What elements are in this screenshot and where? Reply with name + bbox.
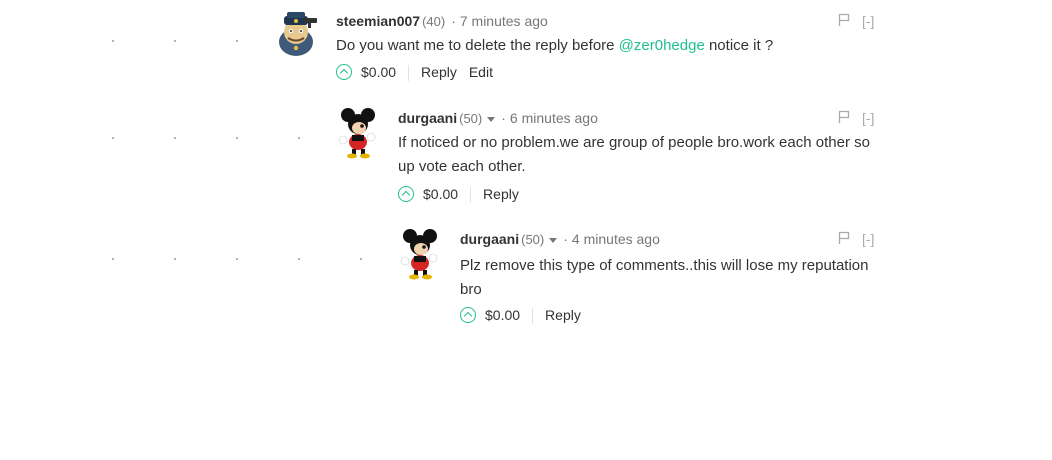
- edit-button[interactable]: Edit: [469, 64, 493, 80]
- avatar[interactable]: [336, 107, 382, 159]
- timestamp[interactable]: 4 minutes ago: [572, 231, 660, 247]
- payout-value[interactable]: $0.00: [423, 186, 458, 202]
- thread-dot: [174, 40, 176, 42]
- separator-dot: ·: [501, 110, 506, 126]
- comment: steemian007 (40) · 7 minutes ago [-] Do you…: [274, 10, 884, 86]
- collapse-button[interactable]: [-]: [862, 228, 874, 250]
- divider: [470, 187, 472, 204]
- divider: [408, 65, 410, 82]
- reply-button[interactable]: Reply: [483, 186, 519, 202]
- comment-text: Plz remove this type of comments..this w…: [460, 254, 869, 302]
- avatar[interactable]: [274, 10, 320, 58]
- thread-dot: [298, 258, 300, 260]
- user-mention-link[interactable]: @zer0hedge: [619, 37, 705, 54]
- author-name[interactable]: steemian007: [336, 13, 420, 29]
- comment-text-line: bro: [460, 281, 482, 298]
- thread-dot: [174, 258, 176, 260]
- author-reputation: (50): [521, 232, 545, 247]
- avatar[interactable]: [398, 228, 444, 280]
- comment-footer: $0.00 Reply: [460, 304, 593, 326]
- comment-footer: $0.00 Reply: [398, 183, 531, 205]
- comment: durgaani (50) · 4 minutes ago [-] Plz remov…: [398, 228, 884, 328]
- comment-text-line: If noticed or no problem.we are group of…: [398, 134, 870, 151]
- comment-header: durgaani (50) · 6 minutes ago: [398, 107, 598, 129]
- timestamp[interactable]: 6 minutes ago: [510, 110, 598, 126]
- chevron-down-icon[interactable]: [549, 237, 558, 243]
- upvote-icon[interactable]: [460, 307, 476, 324]
- separator-dot: ·: [451, 13, 456, 29]
- comment-header: steemian007 (40) · 7 minutes ago: [336, 10, 548, 32]
- flag-icon[interactable]: [838, 110, 850, 124]
- comment-text: Do you want me to delete the reply befor…: [336, 34, 773, 58]
- comment-text-line: Plz remove this type of comments..this w…: [460, 257, 869, 274]
- reply-button[interactable]: Reply: [421, 64, 457, 80]
- divider: [532, 308, 534, 325]
- payout-value[interactable]: $0.00: [361, 64, 396, 80]
- police-cartoon-avatar-icon: [279, 12, 317, 56]
- comment-header: durgaani (50) · 4 minutes ago: [460, 228, 660, 250]
- chevron-down-icon[interactable]: [487, 116, 496, 122]
- payout-value[interactable]: $0.00: [485, 307, 520, 323]
- comment: durgaani (50) · 6 minutes ago [-] If notice…: [336, 107, 884, 207]
- mickey-mouse-avatar-icon: [400, 229, 438, 280]
- reply-button[interactable]: Reply: [545, 307, 581, 323]
- upvote-icon[interactable]: [336, 64, 352, 81]
- flag-icon[interactable]: [838, 13, 850, 27]
- comment-text-part: notice it ?: [704, 37, 774, 54]
- thread-dot: [236, 137, 238, 139]
- comment-text-line: up vote each other.: [398, 158, 526, 175]
- author-name[interactable]: durgaani: [398, 110, 457, 126]
- thread-dot: [112, 137, 114, 139]
- comment-footer: $0.00 Reply Edit: [336, 61, 505, 83]
- author-reputation: (40): [422, 14, 446, 29]
- thread-dot: [174, 137, 176, 139]
- flag-icon[interactable]: [838, 231, 850, 245]
- thread-dot: [236, 258, 238, 260]
- comment-text-part: Do you want me to delete the reply befor…: [336, 37, 619, 54]
- collapse-button[interactable]: [-]: [862, 107, 874, 129]
- thread-dot: [360, 258, 362, 260]
- mickey-mouse-avatar-icon: [338, 108, 376, 159]
- thread-dot: [112, 40, 114, 42]
- comment-text: If noticed or no problem.we are group of…: [398, 131, 870, 179]
- timestamp[interactable]: 7 minutes ago: [460, 13, 548, 29]
- upvote-icon[interactable]: [398, 186, 414, 203]
- author-reputation: (50): [459, 111, 483, 126]
- separator-dot: ·: [563, 231, 568, 247]
- author-name[interactable]: durgaani: [460, 231, 519, 247]
- thread-dot: [236, 40, 238, 42]
- thread-dot: [298, 137, 300, 139]
- collapse-button[interactable]: [-]: [862, 10, 874, 32]
- thread-dot: [112, 258, 114, 260]
